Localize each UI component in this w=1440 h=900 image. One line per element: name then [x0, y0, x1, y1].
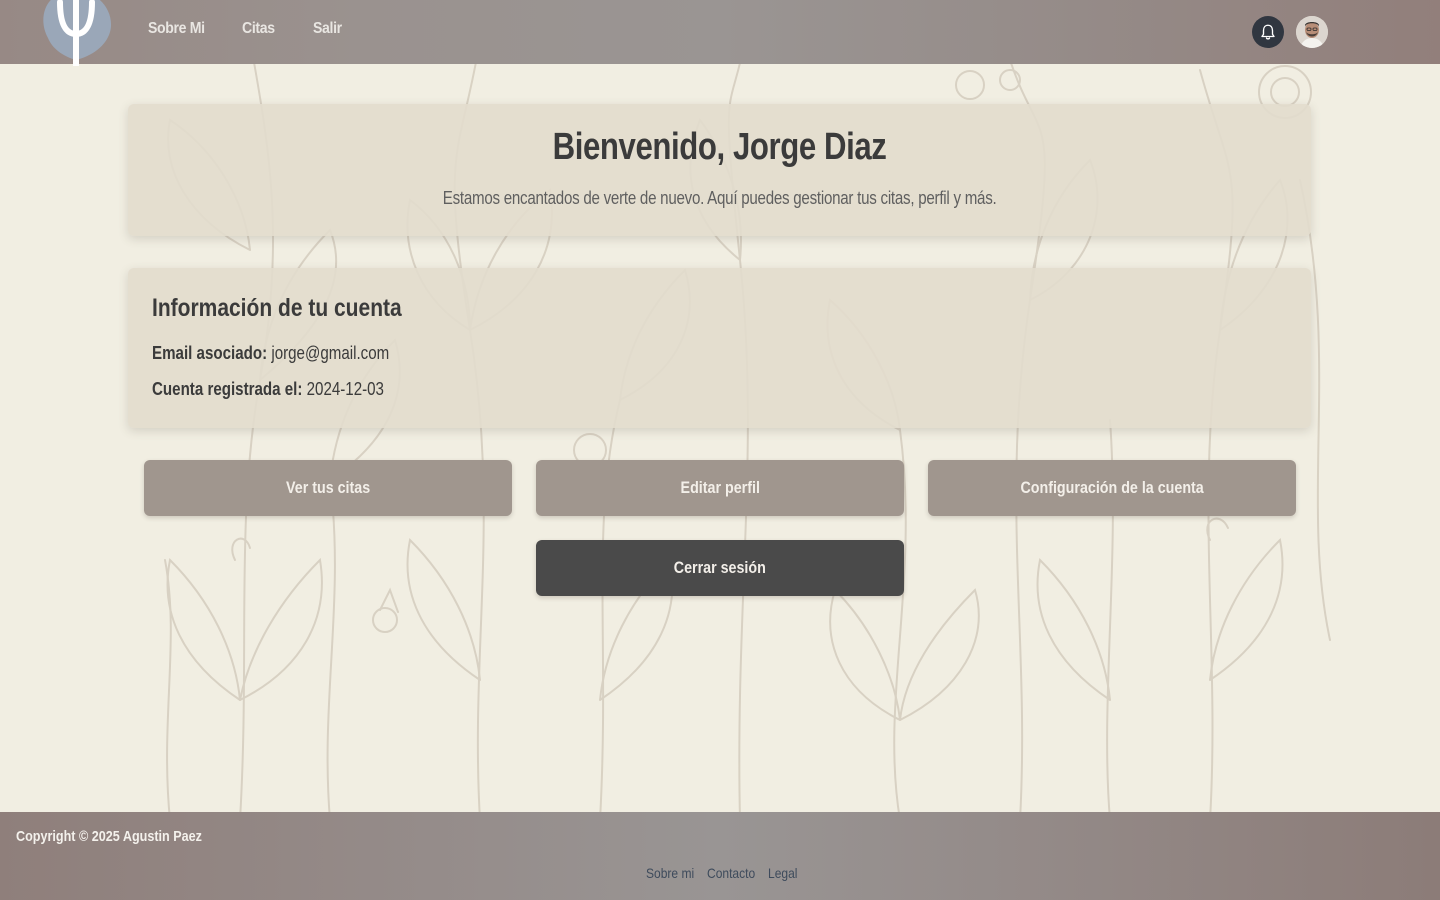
- edit-profile-label: Editar perfil: [680, 478, 760, 497]
- nav-link-sobre-mi[interactable]: Sobre Mi: [148, 20, 205, 38]
- welcome-card: [128, 104, 1311, 236]
- logout-button[interactable]: Cerrar sesión: [536, 540, 904, 596]
- footer-link-contacto[interactable]: Contacto: [707, 865, 755, 881]
- edit-profile-button[interactable]: Editar perfil: [536, 460, 904, 516]
- footer-copyright: Copyright © 2025 Agustin Paez: [16, 828, 202, 845]
- welcome-title: Bienvenido, Jorge Diaz: [552, 126, 887, 168]
- account-settings-label: Configuración de la cuenta: [1020, 478, 1204, 497]
- nav-link-salir[interactable]: Salir: [313, 20, 342, 38]
- avatar[interactable]: [1296, 16, 1328, 48]
- notifications-button[interactable]: [1252, 16, 1284, 48]
- account-email-value: jorge@gmail.com: [271, 343, 390, 363]
- account-settings-button[interactable]: Configuración de la cuenta: [928, 460, 1296, 516]
- bell-icon: [1261, 24, 1275, 40]
- user-avatar-icon: [1296, 16, 1328, 48]
- top-navbar: Sobre Mi Citas Salir: [0, 0, 1440, 66]
- account-registered-value: 2024-12-03: [306, 379, 384, 399]
- logout-label: Cerrar sesión: [673, 558, 767, 577]
- welcome-subtitle-wrap: Estamos encantados de verte de nuevo. Aq…: [128, 188, 1311, 209]
- view-appointments-label: Ver tus citas: [285, 478, 371, 497]
- view-appointments-button[interactable]: Ver tus citas: [144, 460, 512, 516]
- welcome-title-wrap: Bienvenido, Jorge Diaz: [128, 126, 1311, 169]
- account-info-heading: Información de tu cuenta: [152, 294, 402, 322]
- psi-logo-icon[interactable]: [36, 0, 116, 66]
- footer-link-legal[interactable]: Legal: [768, 865, 797, 881]
- account-registered-label: Cuenta registrada el:: [152, 379, 303, 399]
- footer: [0, 812, 1440, 900]
- account-email-label: Email asociado:: [152, 343, 268, 363]
- footer-link-sobre-mi[interactable]: Sobre mi: [646, 865, 694, 881]
- nav-link-citas[interactable]: Citas: [242, 20, 275, 38]
- account-registered-row: Cuenta registrada el: 2024-12-03: [152, 379, 384, 400]
- welcome-subtitle: Estamos encantados de verte de nuevo. Aq…: [442, 188, 997, 208]
- account-email-row: Email asociado: jorge@gmail.com: [152, 343, 389, 364]
